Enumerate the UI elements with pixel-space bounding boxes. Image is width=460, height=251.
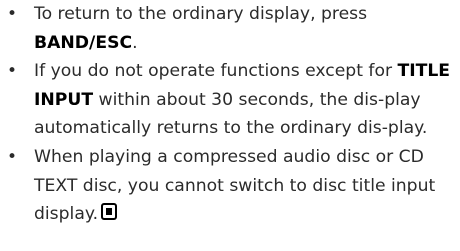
note-text: To return to the ordinary display, press <box>34 4 368 24</box>
manual-page: • To return to the ordinary display, pres… <box>0 0 460 251</box>
note-timeout: • If you do not operate functions except … <box>0 57 460 143</box>
note-compressed-audio: • When playing a compressed audio disc or… <box>0 143 460 229</box>
note-text: If you do not operate functions except f… <box>34 61 398 82</box>
notes-list: • To return to the ordinary display, pres… <box>0 0 460 229</box>
note-text-end: within about 30 seconds, the dis-play au… <box>34 89 428 139</box>
bullet-icon: • <box>7 61 18 82</box>
band-esc-key-label: BAND/ESC <box>34 32 133 53</box>
bullet-icon: • <box>7 4 18 24</box>
note-text: When playing a compressed audio disc or … <box>34 146 436 225</box>
note-return-display: • To return to the ordinary display, pres… <box>0 0 460 57</box>
bullet-icon: • <box>7 146 18 167</box>
end-of-section-mark-icon <box>101 203 118 221</box>
note-text-end: . <box>132 32 138 53</box>
